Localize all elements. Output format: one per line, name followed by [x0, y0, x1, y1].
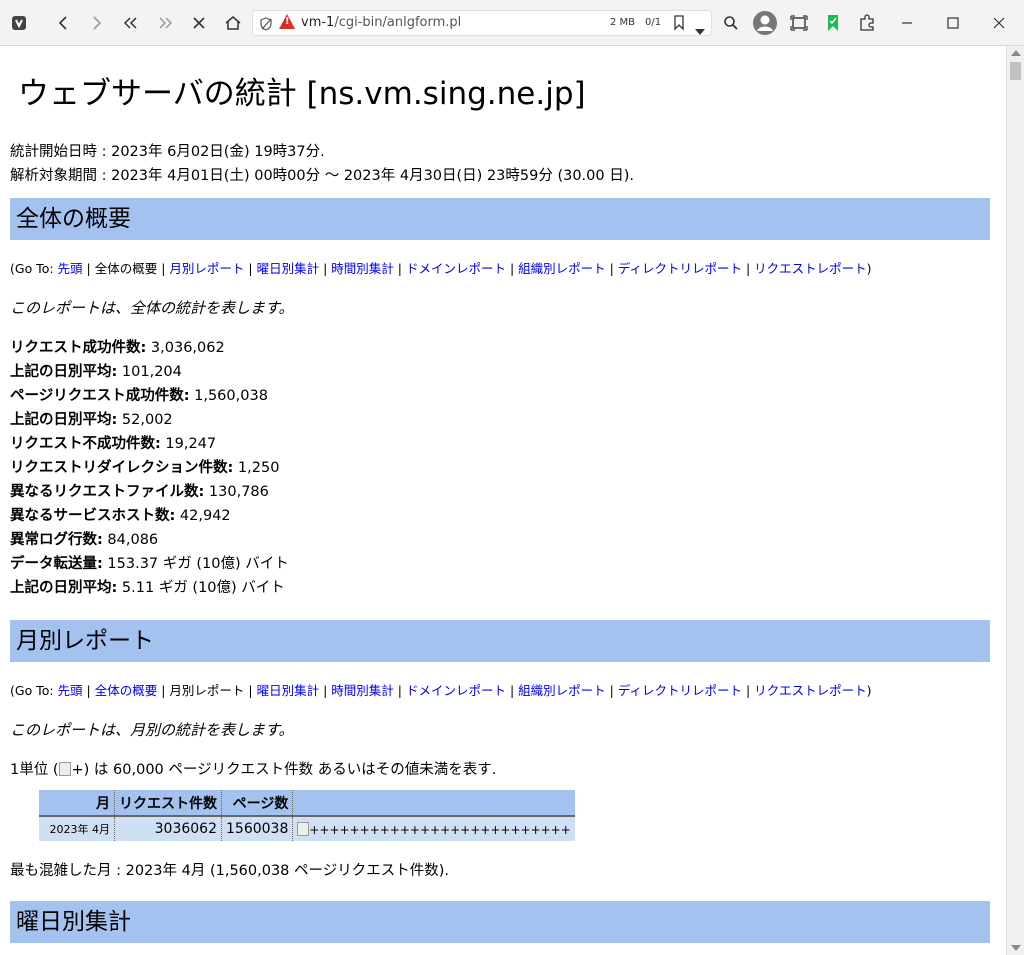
find-count-badge: 0/1: [645, 17, 662, 28]
stat-row: リクエスト不成功件数: 19,247: [10, 436, 217, 452]
cell-requests: 3036062: [114, 816, 222, 841]
scroll-up-icon[interactable]: [1011, 50, 1021, 56]
section-heading-summary: 全体の概要: [10, 198, 990, 240]
page-content: ウェブサーバの統計 [ns.vm.sing.ne.jp] 統計開始日時 : 20…: [0, 46, 1006, 943]
cell-bar: ++++++++++++++++++++++++++: [292, 816, 575, 841]
bar-plus-glyphs: ++++++++++++++++++++++++++: [309, 822, 571, 837]
col-requests: リクエスト件数: [114, 790, 222, 817]
goto-link-request[interactable]: リクエストレポート: [754, 683, 867, 698]
bookmark-green-icon[interactable]: [818, 8, 848, 38]
cell-pages: 1560038: [221, 816, 294, 841]
monthly-table: 月 リクエスト件数 ページ数 2023年 4月 3036062 1560038 …: [39, 790, 575, 841]
goto-link-monthly[interactable]: 月別レポート: [169, 261, 244, 276]
extensions-icon[interactable]: [852, 8, 882, 38]
browser-logo-icon[interactable]: [4, 8, 34, 38]
maximize-icon[interactable]: [938, 8, 968, 38]
table-header-row: 月 リクエスト件数 ページ数: [39, 790, 575, 817]
stat-row: ページリクエスト成功件数: 1,560,038: [10, 388, 268, 404]
stat-row: 異常ログ行数: 84,086: [10, 532, 159, 548]
stat-row: 上記の日別平均: 52,002: [10, 412, 173, 428]
goto-link-weekday[interactable]: 曜日別集計: [257, 683, 320, 698]
page-title: ウェブサーバの統計 [ns.vm.sing.ne.jp]: [18, 76, 586, 112]
close-icon[interactable]: [984, 8, 1014, 38]
goto-link-weekday[interactable]: 曜日別集計: [257, 261, 320, 276]
home-icon[interactable]: [218, 8, 248, 38]
analysis-period: 解析対象期間 : 2023年 4月01日(土) 00時00分 〜 2023年 4…: [10, 168, 634, 184]
stat-row: データ転送量: 153.37 ギガ (10億) バイト: [10, 556, 289, 572]
stats-start-time: 統計開始日時 : 2023年 6月02日(金) 19時37分.: [10, 144, 325, 160]
stat-row: リクエストリダイレクション件数: 1,250: [10, 460, 280, 476]
goto-current-monthly: 月別レポート: [169, 683, 245, 698]
forward-icon[interactable]: [82, 8, 112, 38]
vertical-scrollbar[interactable]: [1006, 46, 1024, 955]
cell-month: 2023年 4月: [39, 816, 115, 841]
goto-nav-monthly: (Go To: 先頭 | 全体の概要 | 月別レポート | 曜日別集計 | 時間…: [10, 683, 872, 698]
unit-legend: 1単位 (+) は 60,000 ページリクエスト件数 あるいはその値未満を表す…: [10, 762, 497, 778]
goto-link-organization[interactable]: 組織別レポート: [518, 261, 606, 276]
search-icon[interactable]: [716, 8, 746, 38]
goto-nav-summary: (Go To: 先頭 | 全体の概要 | 月別レポート | 曜日別集計 | 時間…: [10, 261, 872, 276]
goto-link-domain[interactable]: ドメインレポート: [406, 683, 506, 698]
back-icon[interactable]: [48, 8, 78, 38]
goto-current-summary: 全体の概要: [94, 261, 158, 276]
goto-link-hourly[interactable]: 時間別集計: [331, 683, 394, 698]
unit-image-alt: +: [71, 762, 84, 778]
stat-row: リクエスト成功件数: 3,036,062: [10, 340, 225, 356]
goto-link-organization[interactable]: 組織別レポート: [518, 683, 606, 698]
broken-image-icon: [58, 762, 71, 776]
scrollbar-thumb[interactable]: [1010, 62, 1021, 80]
goto-link-summary[interactable]: 全体の概要: [95, 683, 158, 698]
stat-row: 異なるサービスホスト数: 42,942: [10, 508, 231, 524]
insecure-warning-icon[interactable]: [279, 14, 295, 29]
goto-link-hourly[interactable]: 時間別集計: [331, 261, 394, 276]
summary-stats: リクエスト成功件数: 3,036,062 上記の日別平均: 101,204 ペー…: [10, 336, 990, 600]
goto-link-directory[interactable]: ディレクトリレポート: [618, 261, 742, 276]
col-pages: ページ数: [221, 790, 294, 817]
stat-row: 上記の日別平均: 101,204: [10, 364, 182, 380]
rewind-icon[interactable]: [116, 8, 146, 38]
minimize-icon[interactable]: [892, 8, 922, 38]
page-viewport: ウェブサーバの統計 [ns.vm.sing.ne.jp] 統計開始日時 : 20…: [0, 46, 1006, 955]
goto-link-request[interactable]: リクエストレポート: [754, 261, 867, 276]
goto-link-directory[interactable]: ディレクトリレポート: [618, 683, 742, 698]
goto-link-top[interactable]: 先頭: [58, 683, 83, 698]
busiest-month: 最も混雑した月 : 2023年 4月 (1,560,038 ページリクエスト件数…: [10, 863, 449, 879]
shield-icon[interactable]: [259, 16, 273, 35]
avatar-icon[interactable]: [750, 8, 780, 38]
section-heading-monthly: 月別レポート: [10, 620, 990, 662]
summary-description: このレポートは、全体の統計を表します。: [10, 299, 294, 317]
memory-badge: 2 MB: [610, 17, 636, 28]
screenshot-icon[interactable]: [784, 8, 814, 38]
chevron-down-icon[interactable]: [695, 20, 705, 39]
stat-row: 上記の日別平均: 5.11 ギガ (10億) バイト: [10, 580, 285, 596]
browser-toolbar: vm-1/cgi-bin/anlgform.pl 2 MB 0/1: [0, 0, 1024, 46]
broken-image-icon: [297, 821, 310, 836]
col-month: 月: [39, 790, 115, 817]
col-bar: [292, 790, 575, 817]
fast-forward-icon[interactable]: [150, 8, 180, 38]
section-heading-weekday: 曜日別集計: [10, 901, 990, 943]
monthly-description: このレポートは、月別の統計を表します。: [10, 721, 294, 739]
stat-row: 異なるリクエストファイル数: 130,786: [10, 484, 269, 500]
address-bar[interactable]: vm-1/cgi-bin/anlgform.pl 2 MB 0/1: [252, 10, 712, 36]
goto-link-domain[interactable]: ドメインレポート: [406, 261, 506, 276]
scroll-down-icon[interactable]: [1011, 945, 1021, 951]
bookmark-icon[interactable]: [673, 15, 685, 35]
url-text[interactable]: vm-1/cgi-bin/anlgform.pl: [301, 15, 461, 30]
goto-link-top[interactable]: 先頭: [58, 261, 83, 276]
table-row: 2023年 4月 3036062 1560038 +++++++++++++++…: [39, 816, 575, 841]
stop-icon[interactable]: [184, 8, 214, 38]
